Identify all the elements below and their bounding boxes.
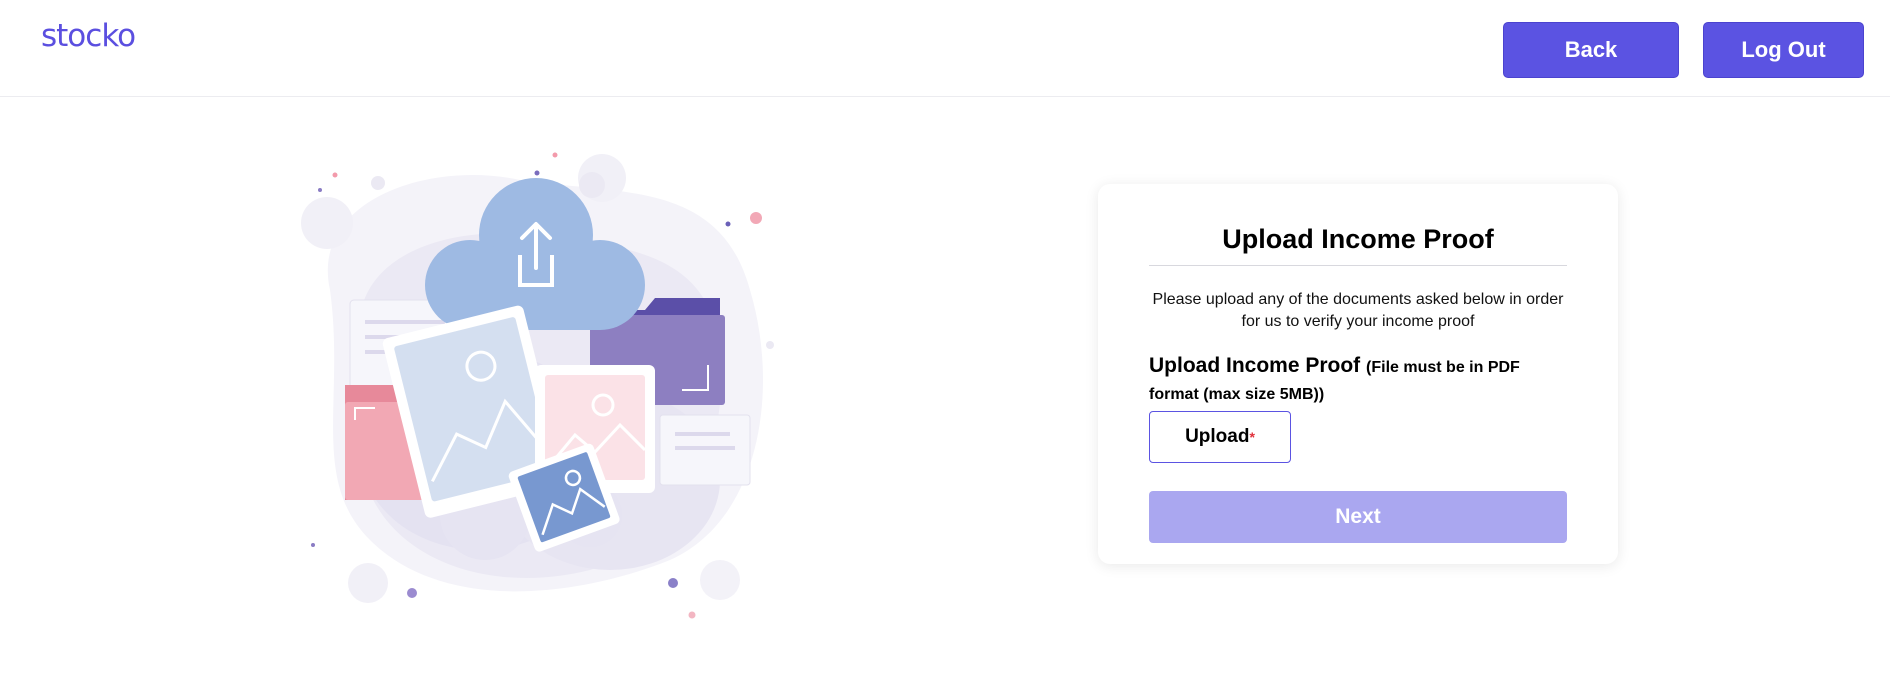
upload-income-proof-card: Upload Income Proof Please upload any of… [1098,184,1618,564]
upload-button[interactable]: Upload * [1149,411,1291,463]
logout-button[interactable]: Log Out [1703,22,1864,78]
upload-label-text: Upload Income Proof [1149,354,1361,377]
card-title: Upload Income Proof [1222,224,1494,254]
upload-field-label: Upload Income Proof (File must be in PDF… [1149,353,1569,407]
card-description: Please upload any of the documents asked… [1152,291,1564,330]
next-button[interactable]: Next [1149,491,1567,543]
upload-illustration [290,140,790,630]
back-button[interactable]: Back [1503,22,1679,78]
top-header: stocko Back Log Out [0,0,1890,97]
cloud-upload-documents-illustration-icon [301,152,774,619]
upload-button-label: Upload [1185,426,1250,447]
title-divider [1149,265,1567,266]
stocko-logo[interactable]: stocko [41,18,136,54]
